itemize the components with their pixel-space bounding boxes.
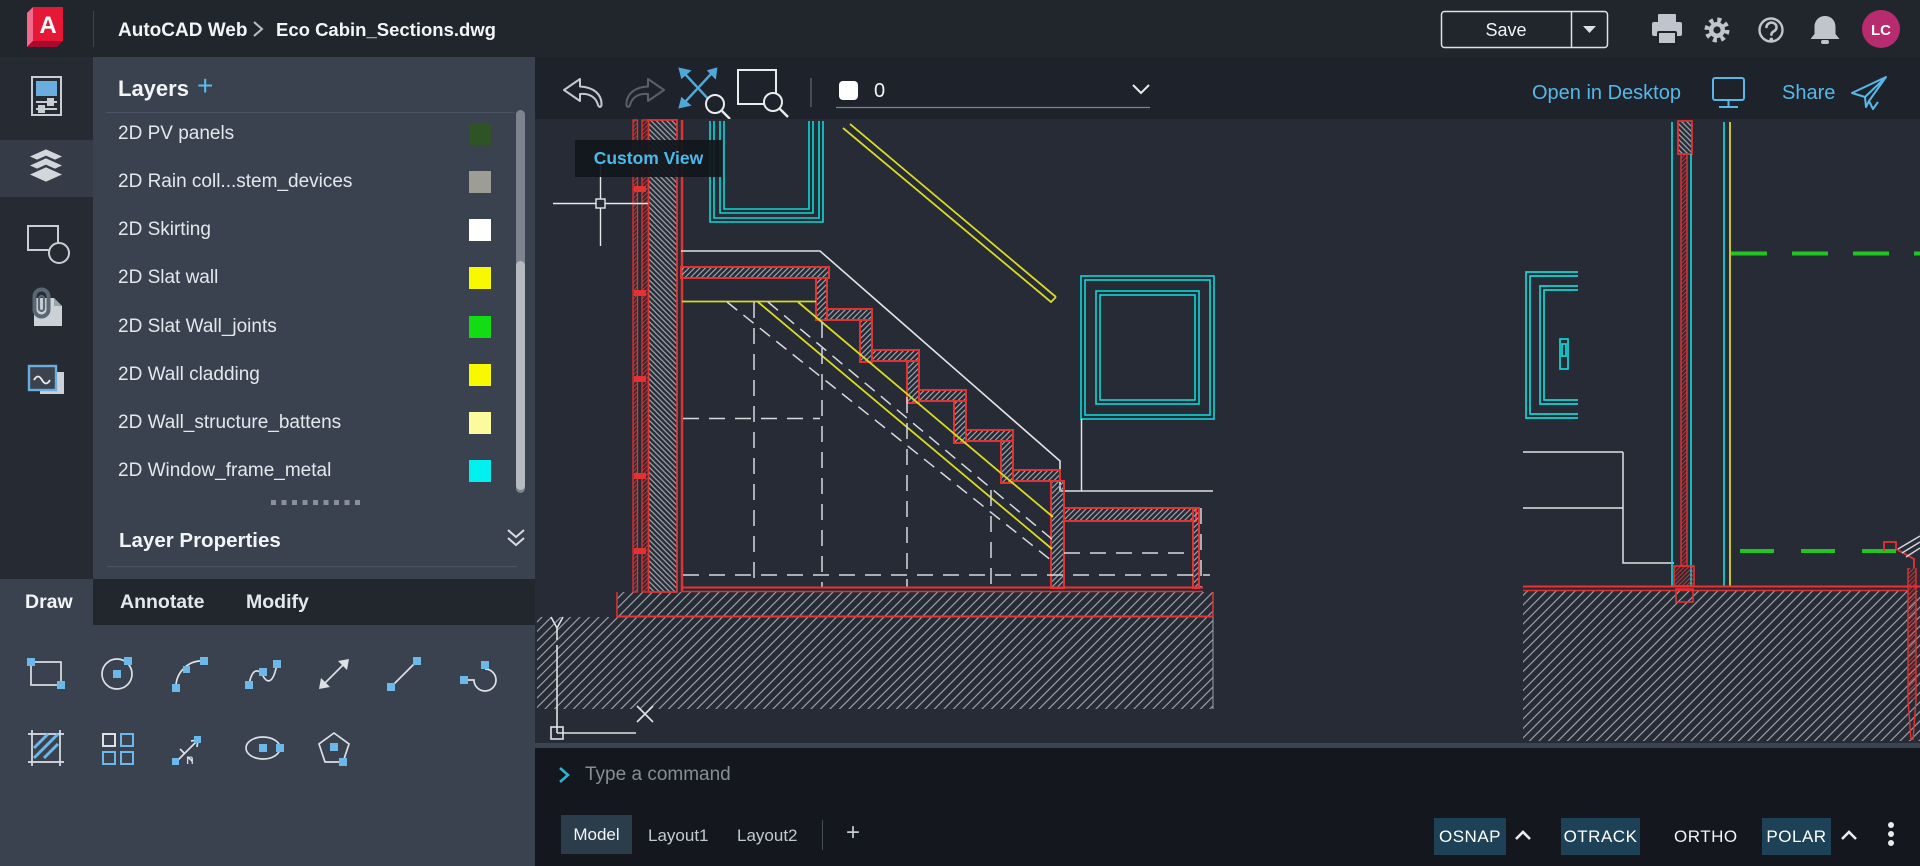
svg-text:n: n bbox=[186, 751, 194, 767]
svg-text:AutoCAD Web: AutoCAD Web bbox=[118, 20, 247, 41]
svg-text:Open in Desktop: Open in Desktop bbox=[1532, 82, 1681, 104]
svg-text:A: A bbox=[39, 12, 56, 39]
svg-text:0: 0 bbox=[874, 80, 885, 102]
svg-text:Eco Cabin_Sections.dwg: Eco Cabin_Sections.dwg bbox=[276, 19, 496, 40]
svg-text:Share: Share bbox=[1782, 82, 1835, 104]
svg-text:LC: LC bbox=[1871, 22, 1891, 39]
svg-text:Save: Save bbox=[1485, 20, 1526, 40]
